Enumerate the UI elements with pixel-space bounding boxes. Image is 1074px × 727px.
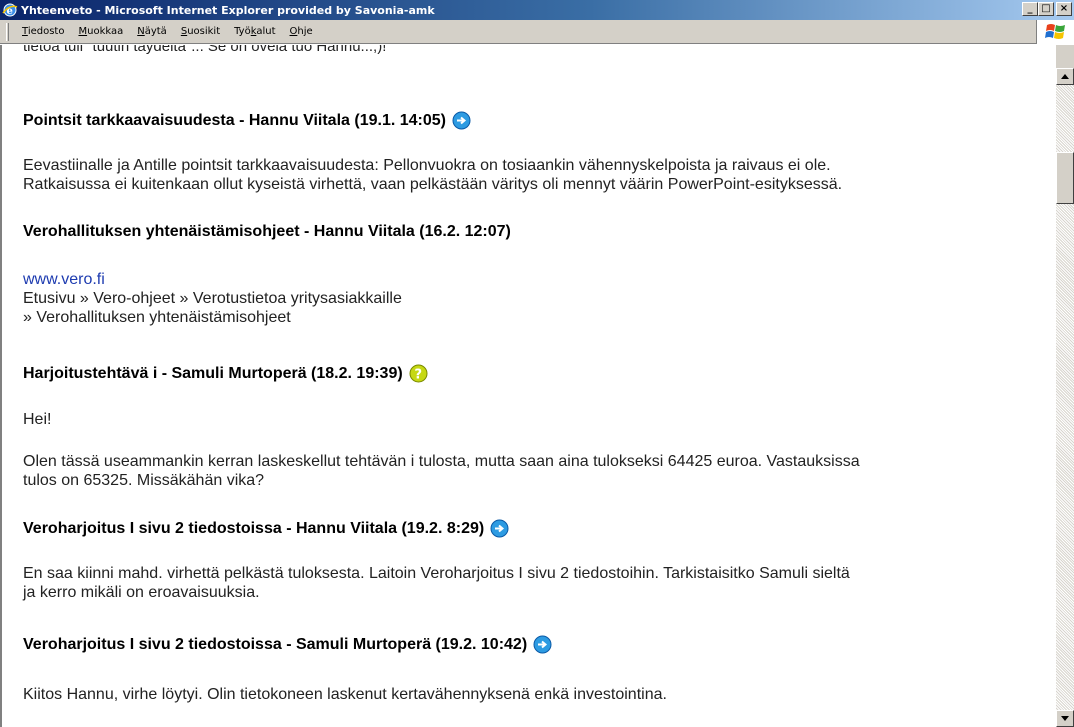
svg-text:?: ? [414, 368, 422, 383]
vero-link[interactable]: www.vero.fi [23, 271, 105, 288]
menu-item-tiedosto[interactable]: Tiedosto [15, 26, 71, 37]
menu-item-tyokalut[interactable]: Työkalut [227, 26, 282, 37]
post-title: Harjoitustehtävä i - Samuli Murtoperä (1… [23, 364, 428, 383]
post-title: Verohallituksen yhtenäistämisohjeet - Ha… [23, 223, 511, 241]
post-body: Kiitos Hannu, virhe löytyi. Olin tietoko… [23, 685, 1048, 704]
arrow-down-icon [1061, 716, 1069, 721]
post-body: www.vero.fi Etusivu » Vero-ohjeet » Vero… [23, 270, 1048, 327]
vertical-scrollbar[interactable] [1056, 68, 1074, 727]
post-title-text: Harjoitustehtävä i - Samuli Murtoperä (1… [23, 364, 403, 382]
minimize-button[interactable]: _ [1022, 2, 1038, 16]
post-body: Eevastiinalle ja Antille pointsit tarkka… [23, 156, 1048, 194]
post-body-line: Eevastiinalle ja Antille pointsit tarkka… [23, 157, 831, 174]
post-title-text: Verohallituksen yhtenäistämisohjeet - Ha… [23, 223, 511, 240]
menu-item-nayta[interactable]: Näytä [130, 26, 174, 37]
scrollbar-thumb[interactable] [1056, 152, 1074, 204]
post-body-line: ja kerro mikäli on eroavaisuuksia. [23, 584, 260, 601]
post-body-line: » Verohallituksen yhtenäistämisohjeet [23, 309, 291, 326]
menu-bar: Tiedosto Muokkaa Näytä Suosikit Työkalut… [0, 20, 1074, 44]
internet-explorer-icon: e [2, 2, 18, 18]
window-titlebar[interactable]: e Yhteenveto - Microsoft Internet Explor… [0, 0, 1074, 20]
close-button[interactable]: × [1056, 2, 1072, 16]
post-body-line: Kiitos Hannu, virhe löytyi. Olin tietoko… [23, 686, 667, 703]
scrollbar-top-strip [1056, 45, 1074, 68]
arrow-right-icon[interactable] [452, 111, 471, 130]
post-greeting: Hei! [23, 411, 52, 428]
post-body-line: tulos on 65325. Missäkähän vika? [23, 472, 265, 489]
window-title: Yhteenveto - Microsoft Internet Explorer… [21, 3, 435, 17]
post-body: Hei! [23, 410, 1048, 429]
clipped-text-line: tietoa tuli "tuutin täydeltä"... Se on o… [23, 45, 387, 55]
post-body-line: Etusivu » Vero-ohjeet » Verotustietoa yr… [23, 290, 402, 307]
scroll-down-button[interactable] [1056, 710, 1074, 727]
scroll-up-button[interactable] [1056, 68, 1074, 85]
arrow-up-icon [1061, 74, 1069, 79]
post-title: Pointsit tarkkaavaisuudesta - Hannu Viit… [23, 111, 471, 130]
post-body: Olen tässä useammankin kerran laskeskell… [23, 452, 1048, 490]
post-title-text: Veroharjoitus I sivu 2 tiedostoissa - Sa… [23, 635, 528, 653]
arrow-right-icon[interactable] [490, 519, 509, 538]
menu-item-ohje[interactable]: Ohje [283, 26, 320, 37]
post-title: Veroharjoitus I sivu 2 tiedostoissa - Sa… [23, 635, 552, 654]
arrow-right-icon[interactable] [533, 635, 552, 654]
post-body-line: Ratkaisussa ei kuitenkaan ollut kyseistä… [23, 176, 843, 193]
windows-logo-icon [1036, 20, 1074, 44]
post-title-text: Veroharjoitus I sivu 2 tiedostoissa - Ha… [23, 519, 485, 537]
page-viewport: tietoa tuli "tuutin täydeltä"... Se on o… [0, 45, 1056, 727]
post-title-text: Pointsit tarkkaavaisuudesta - Hannu Viit… [23, 111, 446, 129]
post-body: En saa kiinni mahd. virhettä pelkästä tu… [23, 564, 1048, 602]
maximize-button[interactable]: □ [1038, 2, 1054, 16]
question-icon[interactable]: ? [409, 364, 428, 383]
menu-item-suosikit[interactable]: Suosikit [174, 26, 227, 37]
toolbar-grip[interactable] [6, 22, 9, 41]
menu-item-muokkaa[interactable]: Muokkaa [71, 26, 130, 37]
post-body-line: En saa kiinni mahd. virhettä pelkästä tu… [23, 565, 850, 582]
post-body-line: Olen tässä useammankin kerran laskeskell… [23, 453, 860, 470]
post-title: Veroharjoitus I sivu 2 tiedostoissa - Ha… [23, 519, 509, 538]
